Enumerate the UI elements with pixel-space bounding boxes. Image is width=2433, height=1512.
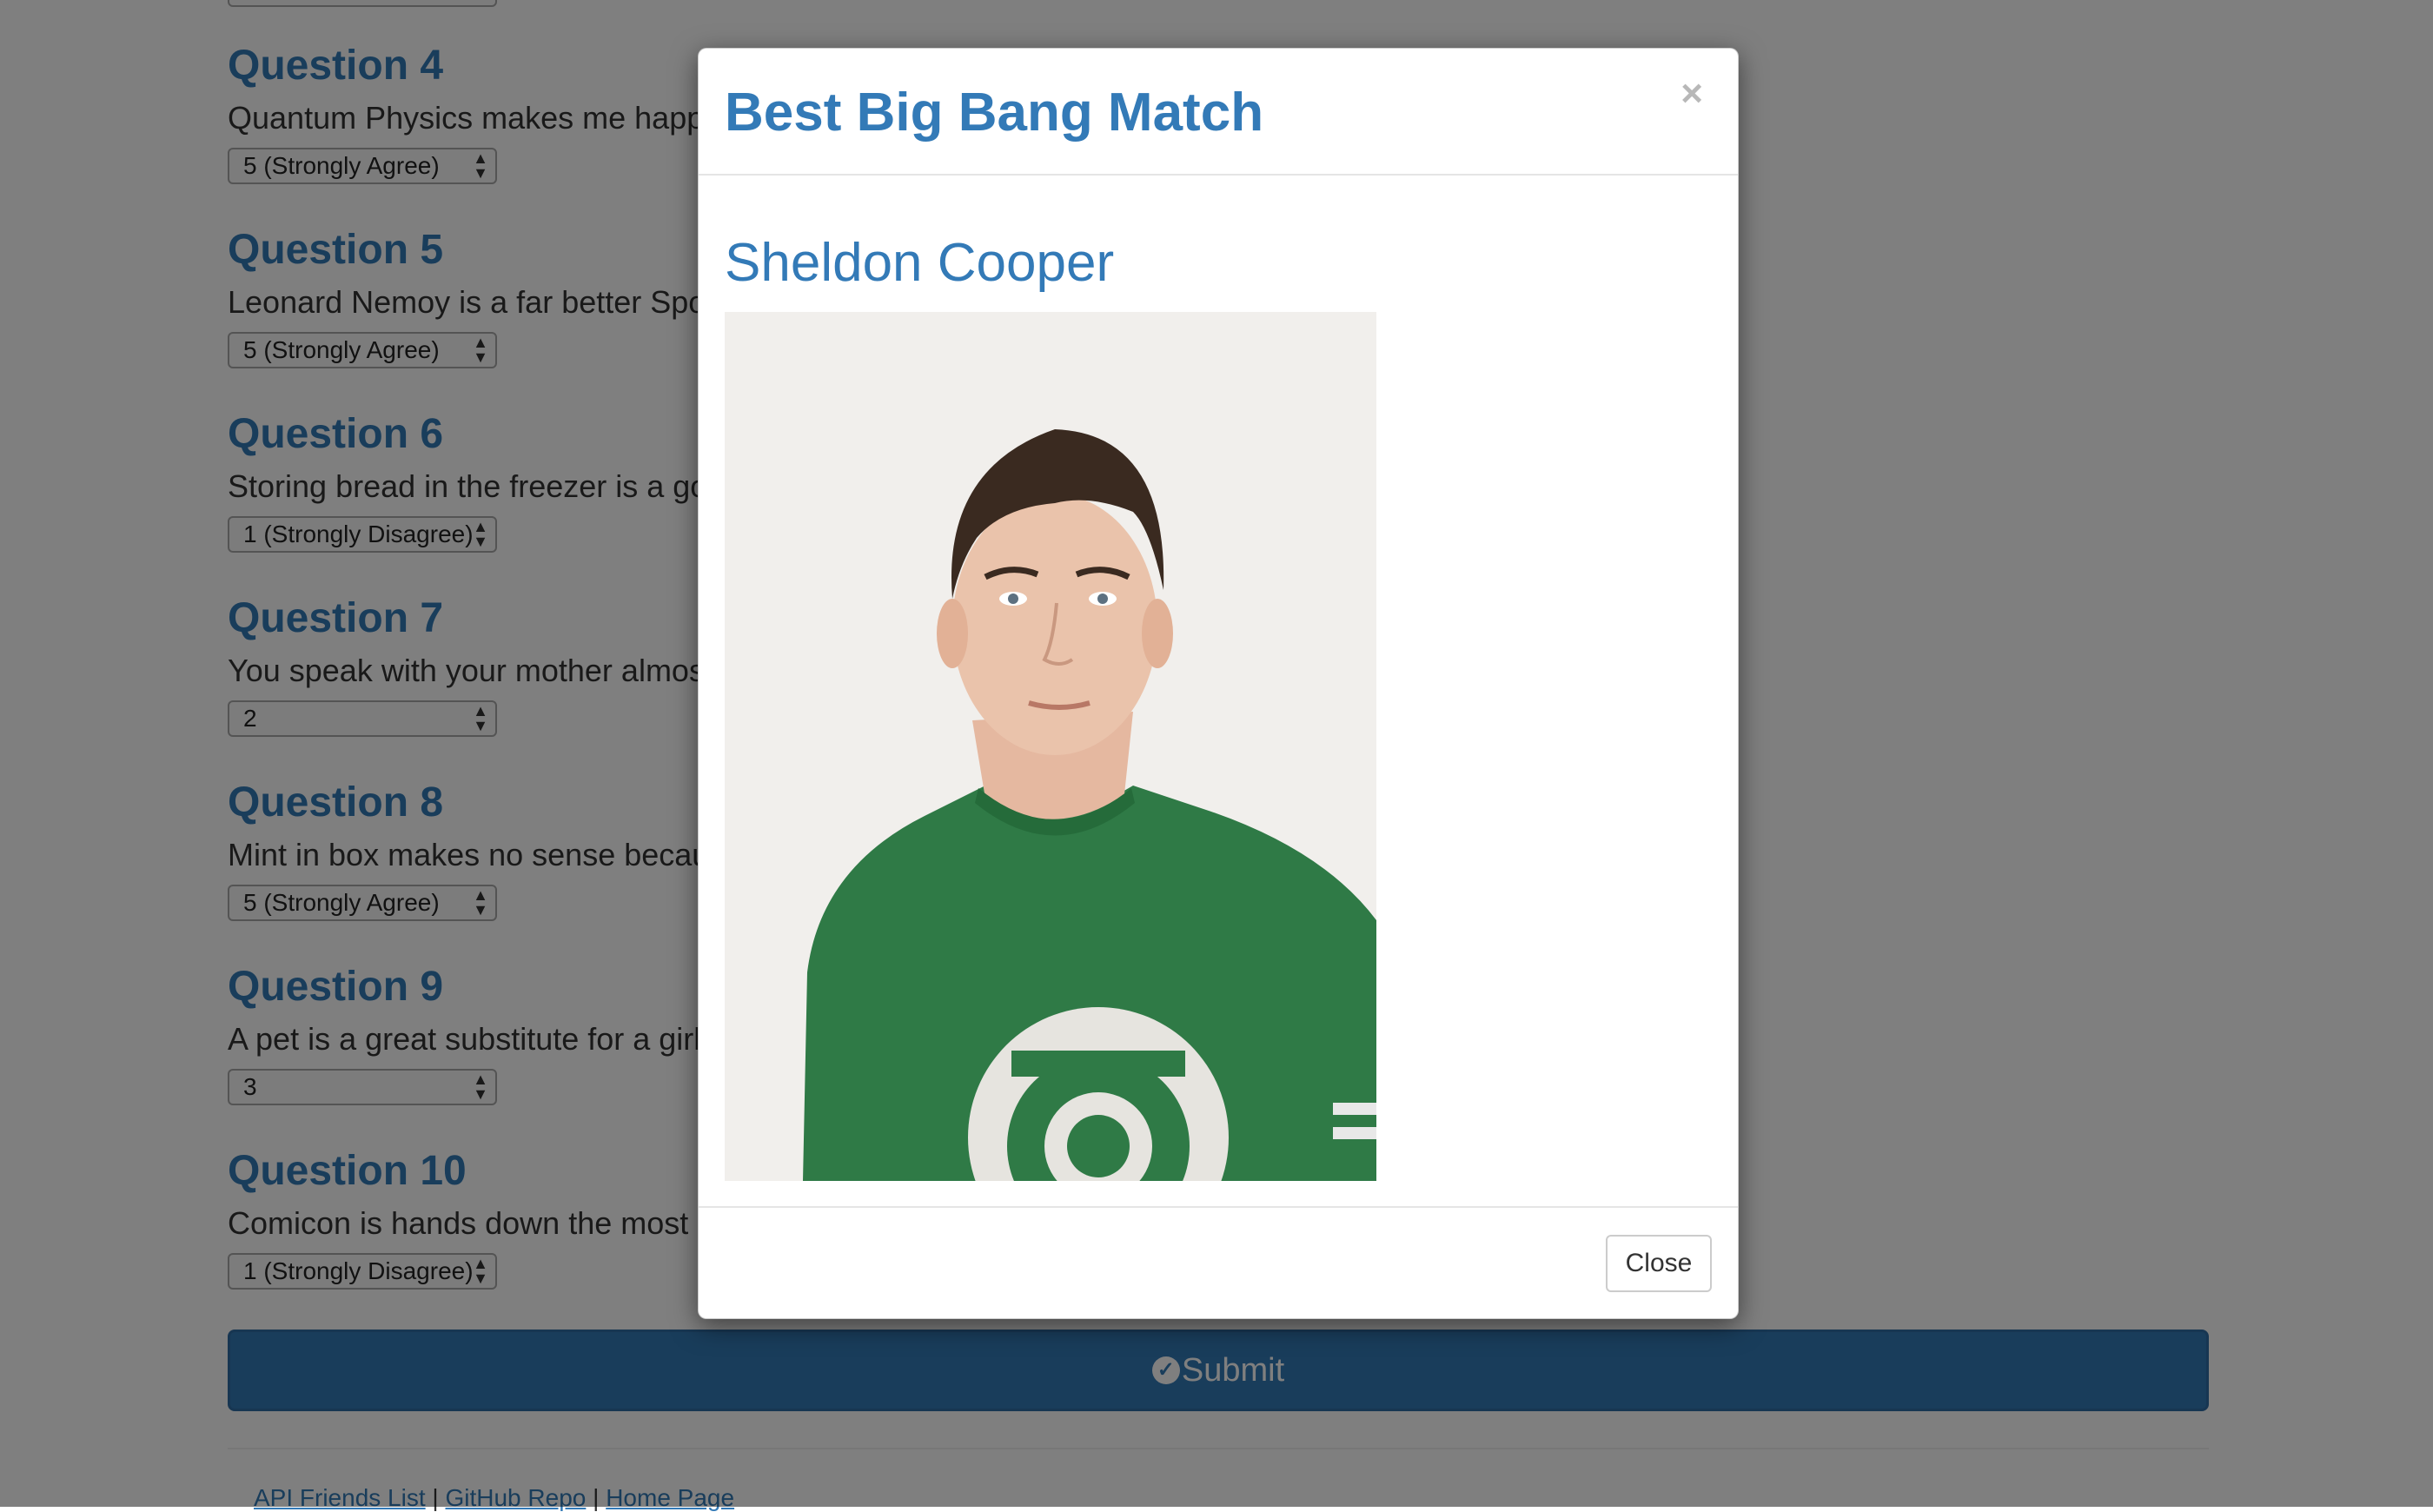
sheldon-portrait-image <box>725 312 1376 1181</box>
modal-header: Best Big Bang Match × <box>699 49 1738 176</box>
close-icon[interactable]: × <box>1681 75 1703 113</box>
match-modal: Best Big Bang Match × Sheldon Cooper Clo… <box>698 48 1739 1319</box>
modal-footer: Close <box>699 1206 1738 1320</box>
match-photo <box>725 312 1376 1181</box>
close-button[interactable]: Close <box>1606 1235 1712 1292</box>
close-button-label: Close <box>1625 1249 1693 1277</box>
match-name: Sheldon Cooper <box>725 233 1115 293</box>
modal-title: Best Big Bang Match <box>725 83 1264 143</box>
